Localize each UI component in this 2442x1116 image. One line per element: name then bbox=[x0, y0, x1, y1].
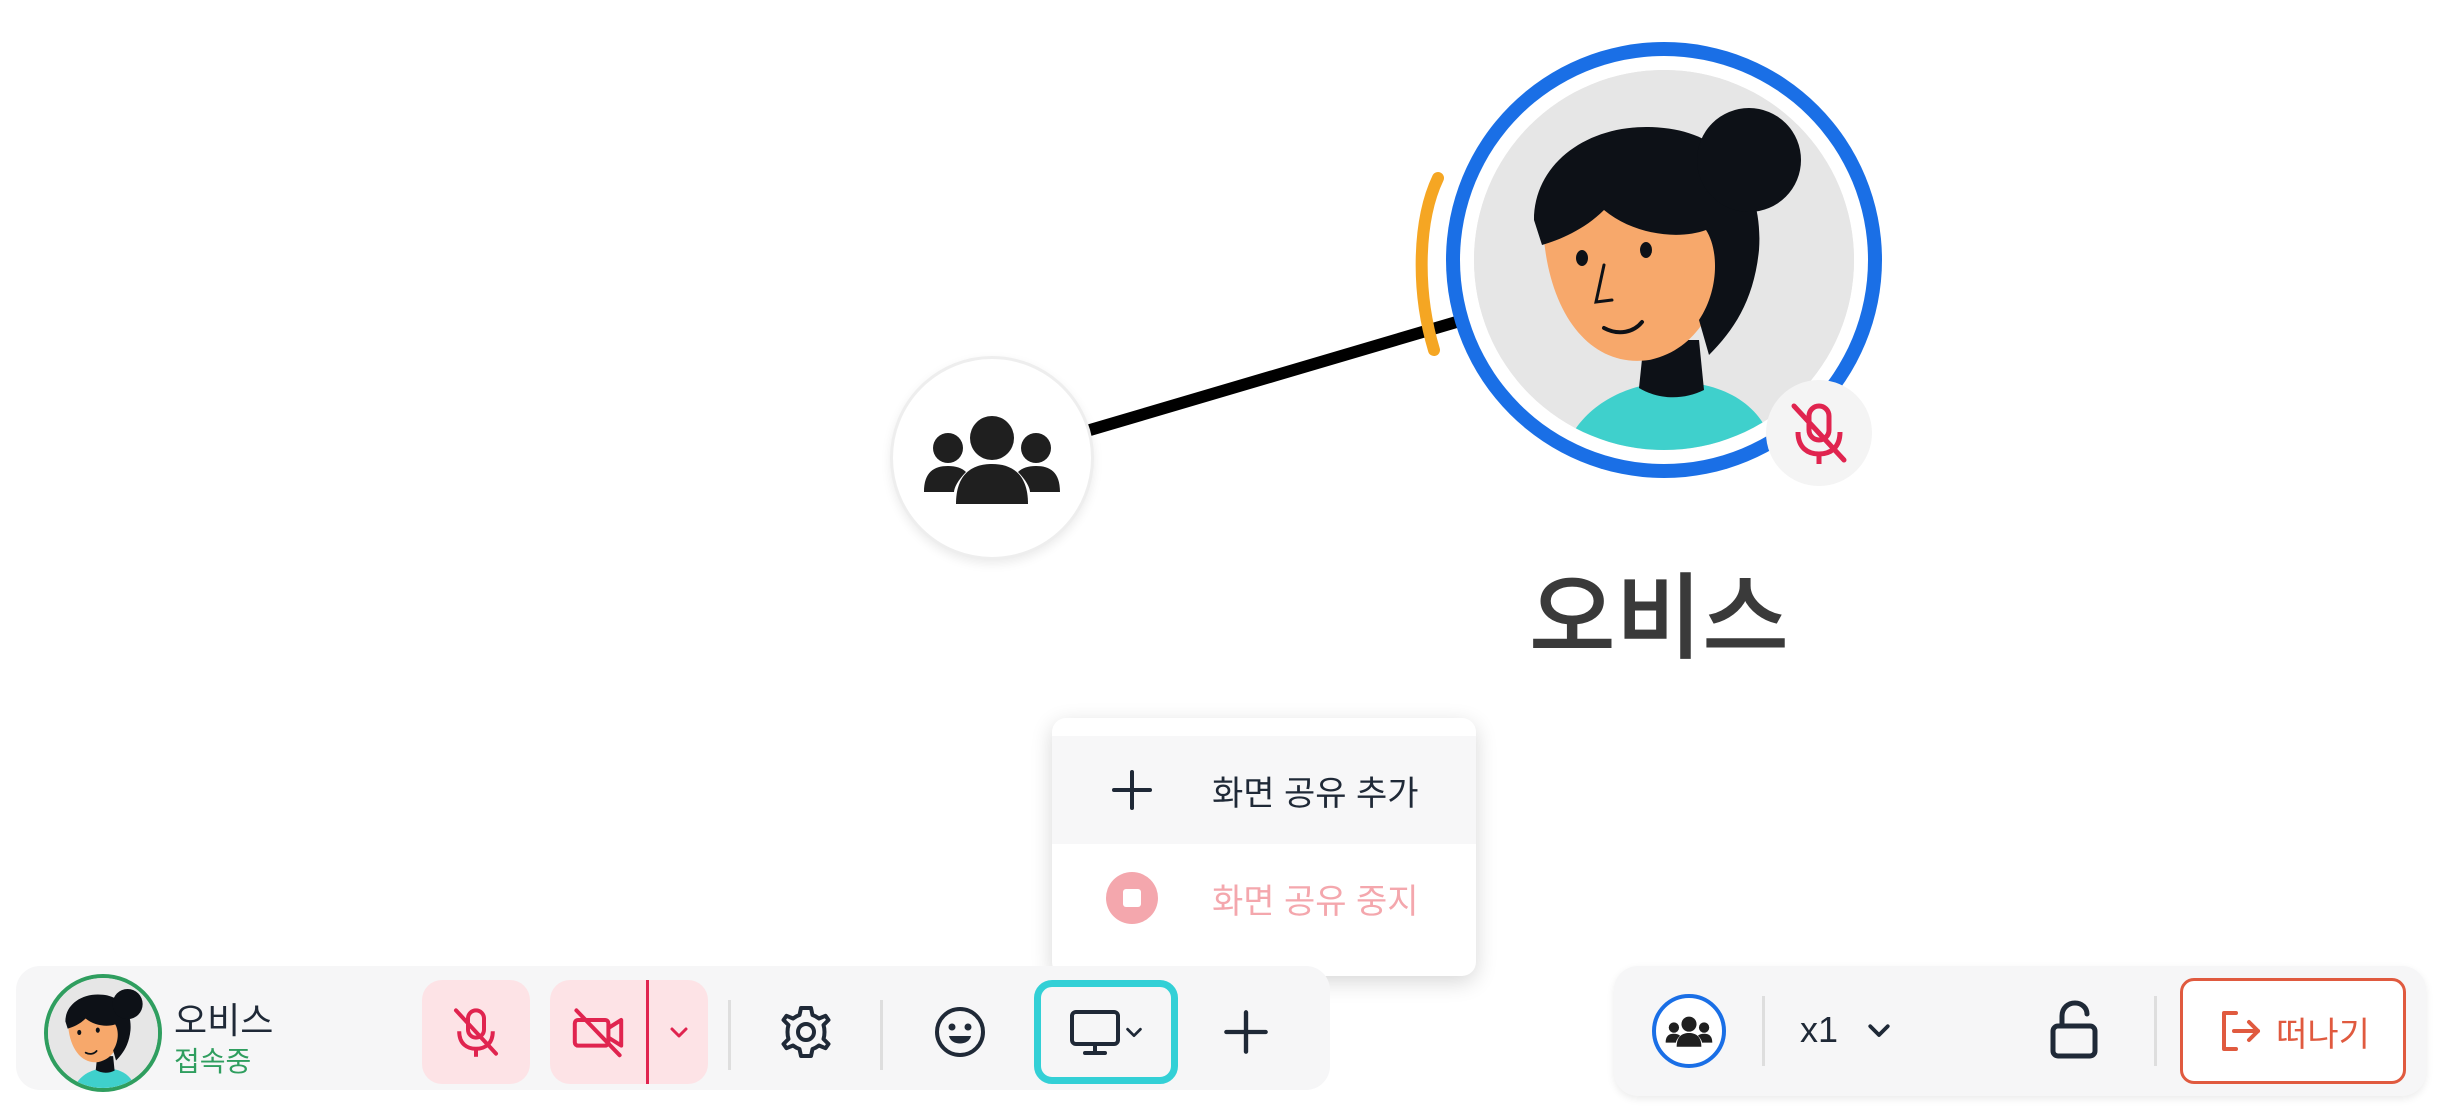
chevron-down-icon bbox=[670, 1027, 687, 1038]
screen-share-button[interactable] bbox=[1034, 980, 1178, 1084]
menu-item-add-share[interactable]: 화면 공유 추가 bbox=[1052, 736, 1476, 844]
mic-off-icon bbox=[454, 1008, 498, 1057]
group-node[interactable] bbox=[890, 356, 1094, 560]
plus-icon bbox=[1224, 1010, 1268, 1054]
emoji-button[interactable] bbox=[906, 980, 1014, 1084]
toolbar-divider bbox=[880, 1000, 883, 1070]
speed-selector[interactable]: x1 bbox=[1800, 998, 1894, 1062]
leave-button[interactable]: 떠나기 bbox=[2180, 978, 2406, 1084]
menu-item-label: 화면 공유 중지 bbox=[1212, 882, 1419, 921]
user-status: 접속중 bbox=[174, 1046, 252, 1077]
emoji-icon bbox=[935, 1007, 985, 1057]
camera-options-button[interactable] bbox=[649, 980, 708, 1084]
monitor-icon bbox=[1070, 1010, 1120, 1055]
leave-label: 떠나기 bbox=[2276, 1015, 2370, 1054]
stop-circle-icon bbox=[1106, 872, 1158, 924]
bottom-toolbar: 오비스 접속중 bbox=[16, 966, 1330, 1092]
mic-toggle-button[interactable] bbox=[422, 980, 530, 1084]
users-group-icon bbox=[924, 416, 1060, 504]
screen-share-menu: 화면 공유 추가 화면 공유 중지 bbox=[1052, 718, 1476, 976]
camera-toggle-button[interactable] bbox=[550, 980, 646, 1084]
chevron-down-icon bbox=[1126, 1027, 1142, 1038]
participant-name: 오비스 bbox=[1530, 568, 1790, 670]
add-button[interactable] bbox=[1192, 980, 1300, 1084]
toolbar-divider bbox=[728, 1000, 731, 1070]
toolbar-divider bbox=[1762, 996, 1765, 1066]
toolbar-divider bbox=[2154, 996, 2157, 1066]
chevron-down-icon bbox=[1868, 1024, 1890, 1037]
lock-toggle-button[interactable] bbox=[2042, 998, 2106, 1062]
mic-off-icon bbox=[1791, 403, 1847, 464]
camera-toggle-group bbox=[550, 980, 708, 1084]
connection-line bbox=[1084, 312, 1476, 436]
user-name: 오비스 bbox=[174, 1000, 274, 1041]
menu-item-label: 화면 공유 추가 bbox=[1212, 774, 1419, 813]
mute-badge bbox=[1766, 380, 1872, 486]
participants-button[interactable] bbox=[1652, 994, 1726, 1068]
avatar[interactable] bbox=[44, 974, 162, 1092]
meeting-stage: 오비스 화면 공유 추가 화면 공유 중지 오비스 접속중 x1 떠나기 bbox=[0, 0, 2442, 1116]
person-illustration bbox=[48, 978, 158, 1088]
logout-icon bbox=[2222, 1011, 2261, 1051]
users-group-icon bbox=[1665, 1016, 1713, 1047]
menu-item-stop-share[interactable]: 화면 공유 중지 bbox=[1052, 844, 1476, 952]
plus-icon bbox=[1112, 770, 1152, 810]
unlock-icon bbox=[2050, 1000, 2098, 1059]
speed-label: x1 bbox=[1800, 1009, 1839, 1050]
gear-icon bbox=[781, 1006, 831, 1058]
session-controls-bar: x1 떠나기 bbox=[1614, 966, 2426, 1096]
camera-off-icon bbox=[572, 1008, 624, 1058]
settings-button[interactable] bbox=[752, 980, 860, 1084]
